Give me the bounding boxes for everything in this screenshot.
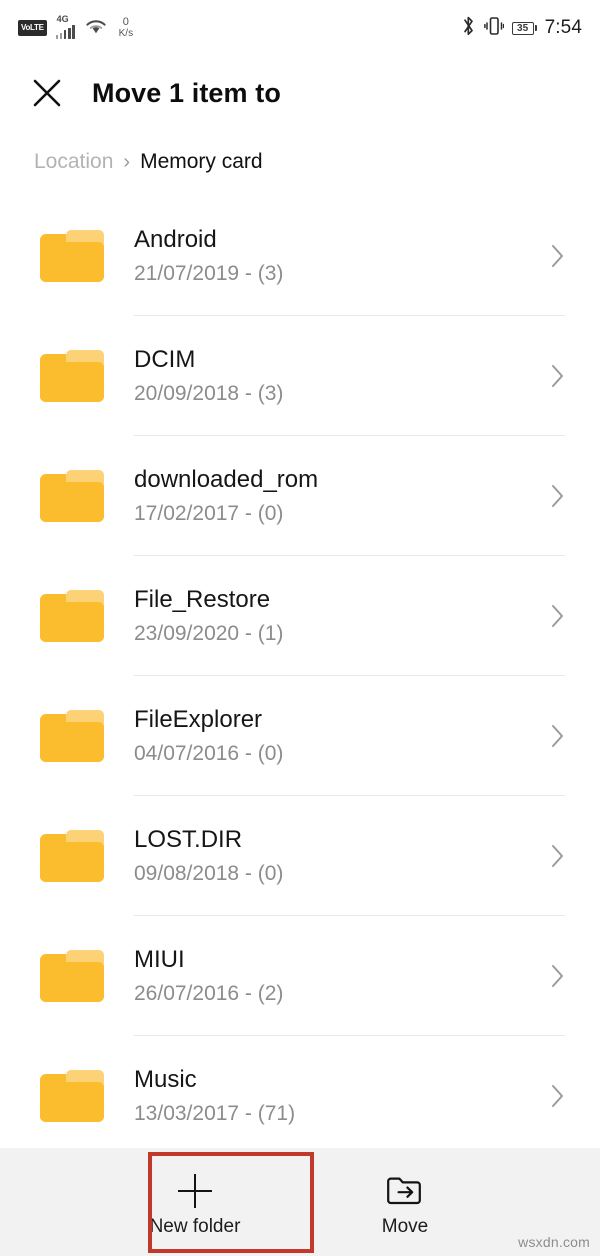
clock-label: 7:54 xyxy=(544,17,582,38)
chevron-right-icon[interactable] xyxy=(546,481,570,511)
folder-name: downloaded_rom xyxy=(134,465,319,493)
folder-meta: 26/07/2016 - (2) xyxy=(134,982,284,1006)
new-folder-label: New folder xyxy=(149,1216,241,1237)
chevron-right-icon[interactable] xyxy=(546,721,570,751)
folder-icon xyxy=(40,350,104,402)
list-item-text: downloaded_rom 17/02/2017 - (0) xyxy=(134,466,546,526)
list-item[interactable]: downloaded_rom 17/02/2017 - (0) xyxy=(0,436,600,556)
bluetooth-icon xyxy=(461,15,476,42)
breadcrumb-item-current[interactable]: Memory card xyxy=(140,150,263,174)
folder-meta: 04/07/2016 - (0) xyxy=(134,742,284,766)
chevron-right-icon[interactable] xyxy=(546,961,570,991)
list-item[interactable]: LOST.DIR 09/08/2018 - (0) xyxy=(0,796,600,916)
folder-icon xyxy=(40,830,104,882)
folder-name: FileExplorer xyxy=(134,705,263,733)
app-header: Move 1 item to xyxy=(0,56,600,130)
folder-move-arrow-icon xyxy=(385,1170,425,1212)
folder-name: DCIM xyxy=(134,345,196,373)
status-bar-left: VoLTE 4G 0 K/s xyxy=(18,14,134,40)
move-button[interactable]: Move xyxy=(335,1158,475,1238)
list-item-text: DCIM 20/09/2018 - (3) xyxy=(134,346,546,406)
status-bar: VoLTE 4G 0 K/s 35 7:54 xyxy=(0,0,600,56)
network-speed-unit: K/s xyxy=(118,27,134,39)
folder-name: Music xyxy=(134,1065,197,1093)
chevron-right-icon[interactable] xyxy=(546,841,570,871)
folder-icon xyxy=(40,950,104,1002)
new-folder-button[interactable]: New folder xyxy=(125,1158,265,1238)
bottom-action-bar: New folder Move xyxy=(0,1148,600,1256)
folder-list[interactable]: Android 21/07/2019 - (3) DCIM 20/09/2018… xyxy=(0,196,600,1148)
network-type-label: 4G xyxy=(56,14,69,24)
chevron-right-icon[interactable] xyxy=(546,601,570,631)
list-item[interactable]: Music 13/03/2017 - (71) xyxy=(0,1036,600,1148)
watermark: wsxdn.com xyxy=(518,1234,590,1250)
close-icon[interactable] xyxy=(30,76,64,110)
folder-meta: 23/09/2020 - (1) xyxy=(134,622,284,646)
signal-bars-icon xyxy=(55,25,75,39)
battery-level-label: 35 xyxy=(511,21,534,35)
breadcrumb-item-location[interactable]: Location xyxy=(34,150,113,174)
folder-name: File_Restore xyxy=(134,585,271,613)
chevron-right-icon[interactable] xyxy=(546,241,570,271)
list-item-text: File_Restore 23/09/2020 - (1) xyxy=(134,586,546,646)
move-label: Move xyxy=(381,1216,429,1237)
volte-icon: VoLTE xyxy=(18,19,47,37)
folder-meta: 21/07/2019 - (3) xyxy=(134,262,284,286)
folder-meta: 13/03/2017 - (71) xyxy=(134,1102,296,1126)
folder-icon xyxy=(40,470,104,522)
list-item[interactable]: MIUI 26/07/2016 - (2) xyxy=(0,916,600,1036)
list-item[interactable]: FileExplorer 04/07/2016 - (0) xyxy=(0,676,600,796)
folder-name: Android xyxy=(134,225,217,253)
folder-meta: 20/09/2018 - (3) xyxy=(134,382,284,406)
network-speed-value: 0 xyxy=(122,15,129,28)
folder-meta: 09/08/2018 - (0) xyxy=(134,862,284,886)
folder-icon xyxy=(40,230,104,282)
list-item-text: Music 13/03/2017 - (71) xyxy=(134,1066,546,1126)
chevron-right-icon[interactable] xyxy=(546,361,570,391)
chevron-right-icon[interactable] xyxy=(546,1081,570,1111)
wifi-icon xyxy=(84,16,108,40)
list-item[interactable]: Android 21/07/2019 - (3) xyxy=(0,196,600,316)
plus-icon xyxy=(178,1170,212,1212)
battery-cap xyxy=(534,25,537,31)
list-item[interactable]: File_Restore 23/09/2020 - (1) xyxy=(0,556,600,676)
chevron-right-icon: › xyxy=(123,150,131,173)
folder-name: LOST.DIR xyxy=(134,825,243,853)
breadcrumb: Location › Memory card xyxy=(0,138,600,186)
page-title: Move 1 item to xyxy=(92,77,281,108)
folder-icon xyxy=(40,590,104,642)
list-item[interactable]: DCIM 20/09/2018 - (3) xyxy=(0,316,600,436)
folder-name: MIUI xyxy=(134,945,185,973)
folder-meta: 17/02/2017 - (0) xyxy=(134,502,284,526)
folder-icon xyxy=(40,1070,104,1122)
list-item-text: LOST.DIR 09/08/2018 - (0) xyxy=(134,826,546,886)
folder-icon xyxy=(40,710,104,762)
vibrate-icon xyxy=(483,15,504,42)
list-item-text: Android 21/07/2019 - (3) xyxy=(134,226,546,286)
list-item-text: FileExplorer 04/07/2016 - (0) xyxy=(134,706,546,766)
status-bar-right: 35 7:54 xyxy=(461,15,582,42)
network-speed-indicator: 0 K/s xyxy=(118,15,134,39)
battery-icon: 35 xyxy=(511,21,537,35)
list-item-text: MIUI 26/07/2016 - (2) xyxy=(134,946,546,1006)
cellular-signal-icon: 4G xyxy=(55,14,75,39)
